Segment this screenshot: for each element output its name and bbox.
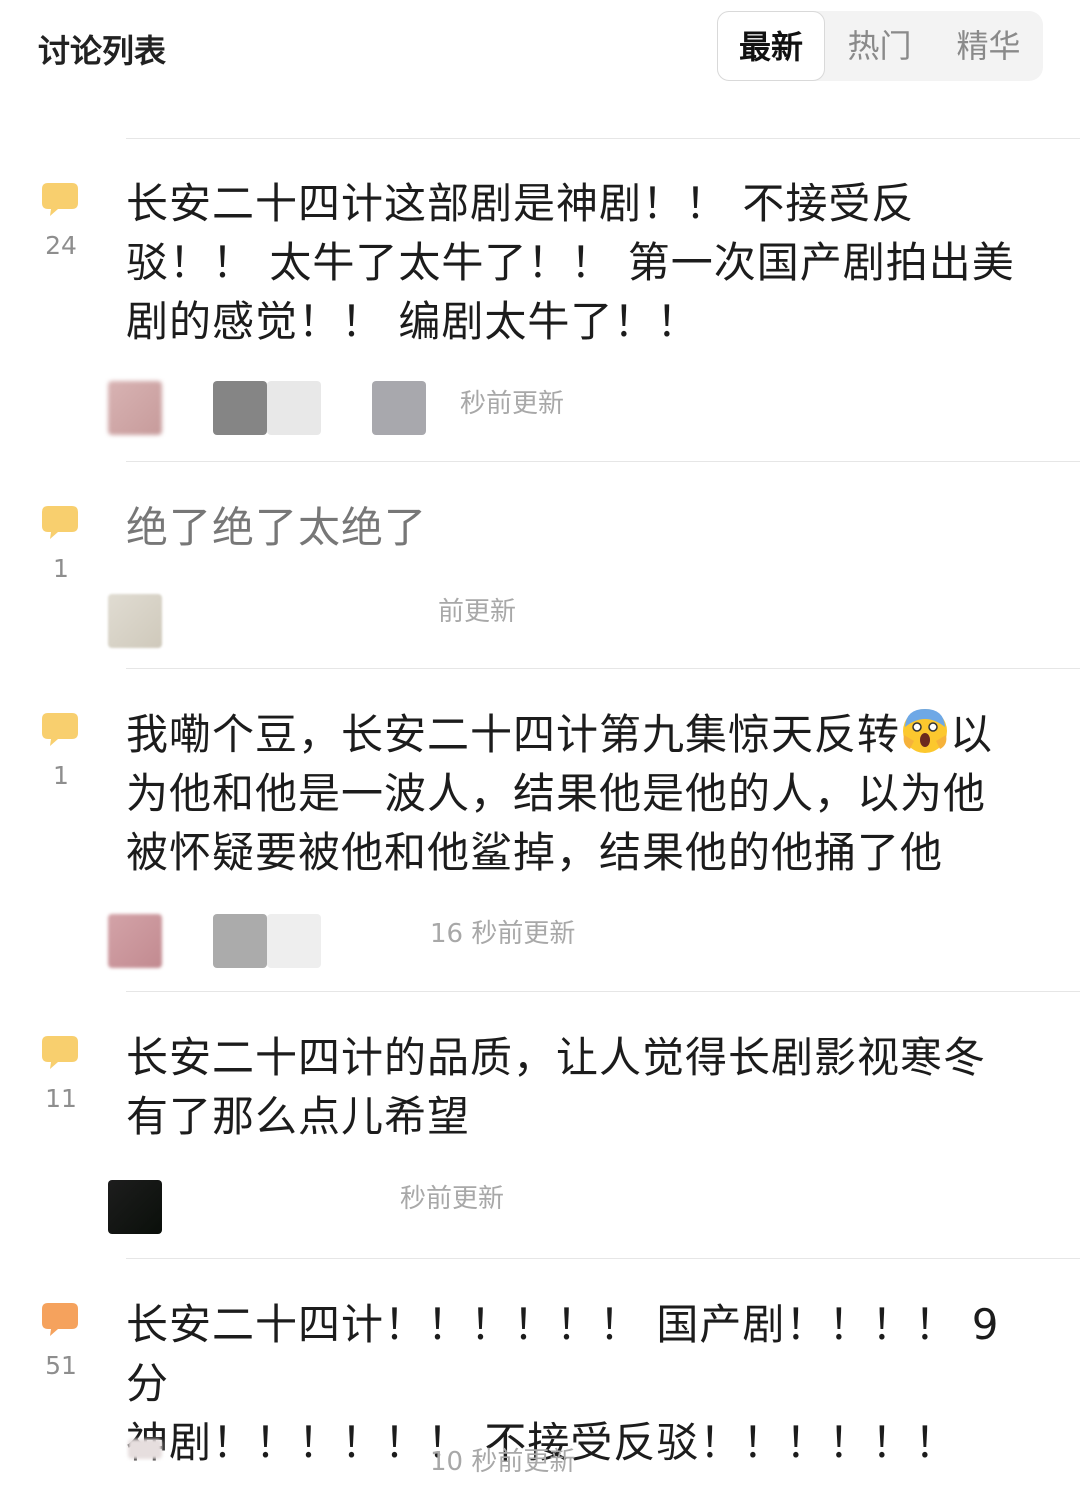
sort-tabs: 最新 热门 精华 [717, 11, 1043, 81]
reply-count: 24 [45, 231, 77, 260]
participant-avatars [106, 594, 166, 650]
thread-title: 绝了绝了太绝了 [126, 498, 1026, 557]
thread-title: 长安二十四计这部剧是神剧！！ 不接受反 驳！！ 太牛了太牛了！！ 第一次国产剧拍… [126, 174, 1026, 351]
thread-item[interactable]: 24 长安二十四计这部剧是神剧！！ 不接受反 驳！！ 太牛了太牛了！！ 第一次国… [0, 139, 1080, 461]
avatar [108, 381, 162, 435]
thread-title-segment: 我嘞个豆，长安二十四计第九集惊天反转 [126, 710, 901, 759]
thread-title: 长安二十四计！！！！！！ 国产剧！！！！ 9分 神剧！！！！！！ 不接受反驳！！… [126, 1295, 1026, 1472]
thread-title-line: 长安二十四计！！！！！！ 国产剧！！！！ 9分 [126, 1300, 1000, 1408]
update-time: 10 秒前更新 [430, 1447, 576, 1477]
thread-title-line: 驳！！ 太牛了太牛了！！ 第一次国产剧拍出美 [126, 238, 1015, 287]
participant-avatars [106, 1439, 166, 1495]
thread-title-line: 神剧！！！！！！ 不接受反驳！！！！！！ [126, 1418, 958, 1467]
page-title: 讨论列表 [38, 32, 167, 70]
avatar [267, 381, 321, 435]
speech-bubble-icon [42, 506, 78, 539]
update-time: 秒前更新 [400, 1184, 505, 1214]
thread-title-line: 被怀疑要被他和他鲨掉，结果他的他捅了他 [126, 828, 944, 877]
thread-item[interactable]: 11 长安二十四计的品质，让人觉得长剧影视寒冬 有了那么点儿希望 秒前更新 [0, 992, 1080, 1258]
thread-title-line: 为他和他是一波人，结果他是他的人，以为他 [126, 769, 987, 818]
participant-avatars [106, 914, 326, 970]
thread-title: 长安二十四计的品质，让人觉得长剧影视寒冬 有了那么点儿希望 [126, 1028, 1026, 1146]
tab-hot[interactable]: 热门 [825, 11, 934, 81]
thread-title-line: 有了那么点儿希望 [126, 1092, 471, 1141]
thread-item[interactable]: 1 绝了绝了太绝了 前更新 [0, 462, 1080, 668]
thread-title-segment: 以 [950, 710, 994, 759]
screaming-face-emoji [903, 709, 948, 753]
thread-title-line: 剧的感觉！！ 编剧太牛了！！ [126, 297, 700, 346]
avatar [213, 381, 267, 435]
avatar [108, 594, 162, 648]
thread-item[interactable]: 1 我嘞个豆，长安二十四计第九集惊天反转 以 为他和他是一波人，结果他是他的人，… [0, 669, 1080, 991]
hot-speech-bubble-icon [42, 1303, 78, 1336]
thread-item[interactable]: 51 长安二十四计！！！！！！ 国产剧！！！！ 9分 神剧！！！！！！ 不接受反… [0, 1259, 1080, 1477]
speech-bubble-icon [42, 1036, 78, 1069]
avatar [372, 381, 426, 435]
speech-bubble-icon [42, 713, 78, 746]
speech-bubble-icon [42, 183, 78, 216]
update-time: 16 秒前更新 [430, 919, 576, 949]
tab-featured[interactable]: 精华 [934, 11, 1043, 81]
thread-title-line: 绝了绝了太绝了 [126, 503, 428, 552]
avatar [108, 914, 162, 968]
update-time: 前更新 [438, 597, 517, 627]
reply-count: 1 [53, 761, 69, 790]
avatar [213, 914, 267, 968]
tab-latest[interactable]: 最新 [717, 11, 825, 81]
reply-count: 11 [45, 1084, 77, 1113]
thread-title-line: 长安二十四计这部剧是神剧！！ 不接受反 [126, 179, 915, 228]
avatar [128, 1439, 162, 1459]
thread-title-line: 长安二十四计的品质，让人觉得长剧影视寒冬 [126, 1033, 987, 1082]
avatar [108, 1180, 162, 1234]
participant-avatars [106, 1180, 166, 1236]
update-time: 秒前更新 [460, 389, 565, 419]
reply-count: 51 [45, 1351, 77, 1380]
participant-avatars [106, 381, 436, 437]
header: 讨论列表 最新 热门 精华 [0, 0, 1080, 100]
thread-title: 我嘞个豆，长安二十四计第九集惊天反转 以 为他和他是一波人，结果他是他的人，以为… [126, 705, 1026, 882]
avatar [267, 914, 321, 968]
reply-count: 1 [53, 554, 69, 583]
thread-title-line: 我嘞个豆，长安二十四计第九集惊天反转 以 [126, 705, 1026, 764]
